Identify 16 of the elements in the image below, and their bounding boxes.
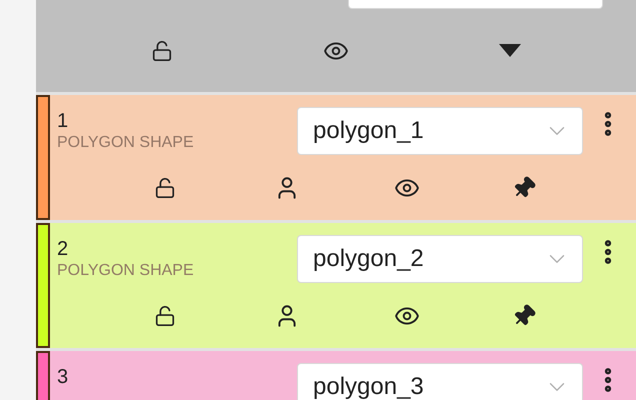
- layer-row[interactable]: 2 POLYGON SHAPE polygon_2: [36, 223, 636, 348]
- dropdown-triangle-icon[interactable]: [499, 44, 521, 58]
- unlocked-padlock-icon[interactable]: [154, 176, 176, 198]
- layer-number: 3: [57, 365, 70, 389]
- unlocked-padlock-icon[interactable]: [151, 40, 173, 62]
- layer-type-label: POLYGON SHAPE: [57, 133, 195, 153]
- layer-type-label: POLYGON SHAPE: [57, 261, 195, 281]
- layer-row[interactable]: 1 POLYGON SHAPE polygon_1: [36, 95, 636, 220]
- unlocked-padlock-icon[interactable]: [154, 304, 176, 326]
- layer-number: 2: [57, 237, 70, 261]
- layer-name-select[interactable]: polygon_2: [297, 235, 583, 283]
- layer-number: 1: [57, 109, 70, 133]
- layer-row[interactable]: 3 polygon_3: [36, 351, 636, 400]
- layer-name-select[interactable]: polygon_3: [297, 363, 583, 400]
- text-field[interactable]: [348, 0, 603, 9]
- layer-name-select[interactable]: polygon_1: [297, 107, 583, 155]
